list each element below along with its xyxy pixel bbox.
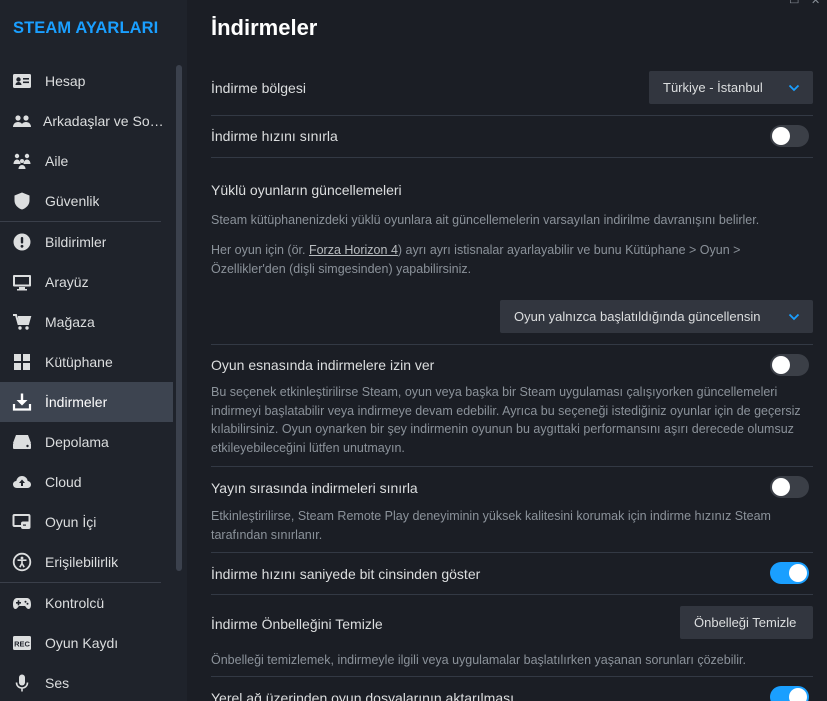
divider	[211, 594, 813, 595]
sidebar-item-aile[interactable]: Aile	[0, 141, 173, 181]
limit-speed-toggle[interactable]	[770, 125, 809, 147]
monitor-icon	[12, 272, 32, 292]
throttle-streaming-label: Yayın sırasında indirmeleri sınırla	[211, 480, 418, 496]
cart-icon	[12, 312, 32, 332]
lan-transfer-label: Yerel ağ üzerinden oyun dosyalarının akt…	[211, 690, 514, 701]
family-icon	[12, 151, 32, 171]
clear-cache-button-label: Önbelleği Temizle	[694, 615, 797, 630]
sidebar-item-kutuphane[interactable]: Kütüphane	[0, 342, 173, 382]
download-region-label: İndirme bölgesi	[211, 80, 306, 96]
download-region-value: Türkiye - İstanbul	[663, 80, 763, 95]
minimize-icon[interactable]: ▭	[789, 0, 799, 7]
throttle-streaming-toggle[interactable]	[770, 476, 809, 498]
sidebar-item-label: Arkadaşlar ve Sohbet	[43, 113, 167, 129]
shield-icon	[12, 191, 32, 211]
friends-icon	[12, 111, 32, 131]
clear-cache-label: İndirme Önbelleğini Temizle	[211, 616, 383, 632]
divider	[211, 466, 813, 467]
chevron-down-icon	[788, 313, 800, 321]
drive-icon	[12, 432, 32, 452]
update-behavior-value: Oyun yalnızca başlatıldığında güncellens…	[514, 309, 761, 324]
page-title: İndirmeler	[211, 15, 318, 40]
sidebar-item-hesap[interactable]: Hesap	[0, 61, 173, 101]
settings-sidebar: STEAM AYARLARI Hesap Arkadaşlar ve Sohbe…	[0, 0, 187, 701]
download-region-dropdown[interactable]: Türkiye - İstanbul	[649, 71, 813, 104]
divider	[211, 344, 813, 345]
limit-speed-label: İndirme hızını sınırla	[211, 128, 338, 144]
sidebar-item-oyun-kaydi[interactable]: REC Oyun Kaydı	[0, 623, 173, 663]
sidebar-item-label: Kontrolcü	[45, 595, 105, 611]
updates-heading: Yüklü oyunların güncellemeleri	[211, 182, 402, 198]
window-controls: ▭ ✕	[779, 0, 827, 7]
rec-icon: REC	[12, 633, 32, 653]
account-card-icon	[12, 71, 32, 91]
clear-cache-desc: Önbelleği temizlemek, indirmeyle ilgili …	[211, 653, 746, 667]
download-icon	[12, 392, 32, 412]
sidebar-item-kontrolcu[interactable]: Kontrolcü	[0, 583, 173, 623]
sidebar-scrollbar[interactable]	[176, 65, 182, 571]
bits-per-second-label: İndirme hızını saniyede bit cinsinden gö…	[211, 566, 481, 582]
sidebar-item-label: Arayüz	[45, 274, 89, 290]
lan-transfer-toggle[interactable]	[770, 686, 809, 701]
divider	[211, 115, 813, 116]
sidebar-item-label: Kütüphane	[45, 354, 113, 370]
sidebar-item-depolama[interactable]: Depolama	[0, 422, 173, 462]
accessibility-icon	[12, 552, 32, 572]
bits-per-second-toggle[interactable]	[770, 562, 809, 584]
sidebar-item-bildirimler[interactable]: Bildirimler	[0, 222, 173, 262]
sidebar-item-oyun-ici[interactable]: Oyun İçi	[0, 502, 173, 542]
updates-desc: Steam kütüphanenizdeki yüklü oyunlara ai…	[211, 213, 760, 227]
sidebar-item-label: Mağaza	[45, 314, 95, 330]
sidebar-item-magaza[interactable]: Mağaza	[0, 302, 173, 342]
sidebar-item-cloud[interactable]: Cloud	[0, 462, 173, 502]
rec-badge-text: REC	[14, 639, 30, 648]
divider	[211, 157, 813, 158]
sidebar-item-label: Aile	[45, 153, 69, 169]
settings-content: ▭ ✕ İndirmeler İndirme bölgesi Türkiye -…	[187, 0, 827, 701]
in-game-icon	[12, 512, 32, 532]
update-behavior-dropdown[interactable]: Oyun yalnızca başlatıldığında güncellens…	[500, 300, 813, 333]
sidebar-item-indirmeler[interactable]: İndirmeler	[0, 382, 173, 422]
updates-exceptions-text: Her oyun için (ör.	[211, 243, 309, 257]
gamepad-icon	[12, 593, 32, 613]
sidebar-item-arayuz[interactable]: Arayüz	[0, 262, 173, 302]
sidebar-item-label: İndirmeler	[45, 394, 108, 410]
chevron-down-icon	[788, 84, 800, 92]
sidebar-item-ses[interactable]: Ses	[0, 663, 173, 701]
sidebar-item-label: Ses	[45, 675, 70, 691]
divider	[211, 552, 813, 553]
throttle-streaming-desc: Etkinleştirilirse, Steam Remote Play den…	[211, 509, 771, 542]
game-link[interactable]: Forza Horizon 4	[309, 243, 398, 257]
updates-exceptions-desc: Her oyun için (ör. Forza Horizon 4) ayrı…	[211, 241, 813, 278]
sidebar-item-label: Depolama	[45, 434, 109, 450]
sidebar-title: STEAM AYARLARI	[13, 19, 159, 37]
sidebar-item-label: Güvenlik	[45, 193, 100, 209]
sidebar-item-label: Oyun Kaydı	[45, 635, 119, 651]
sidebar-item-label: Oyun İçi	[45, 514, 97, 530]
grid-icon	[12, 352, 32, 372]
alert-icon	[12, 232, 32, 252]
clear-cache-button[interactable]: Önbelleği Temizle	[680, 606, 813, 639]
microphone-icon	[12, 673, 32, 693]
sidebar-item-label: Bildirimler	[45, 234, 107, 250]
sidebar-item-erisilebilirlik[interactable]: Erişilebilirlik	[0, 542, 173, 582]
sidebar-item-guvenlik[interactable]: Güvenlik	[0, 181, 173, 221]
sidebar-item-arkadaslar[interactable]: Arkadaşlar ve Sohbet	[0, 101, 173, 141]
allow-gameplay-toggle[interactable]	[770, 354, 809, 376]
sidebar-item-label: Erişilebilirlik	[45, 554, 119, 570]
allow-gameplay-label: Oyun esnasında indirmelere izin ver	[211, 357, 435, 373]
sidebar-item-label: Hesap	[45, 73, 86, 89]
allow-gameplay-desc: Bu seçenek etkinleştirilirse Steam, oyun…	[211, 385, 801, 455]
close-icon[interactable]: ✕	[811, 0, 820, 7]
sidebar-item-label: Cloud	[45, 474, 82, 490]
divider	[211, 676, 813, 677]
cloud-icon	[12, 472, 32, 492]
